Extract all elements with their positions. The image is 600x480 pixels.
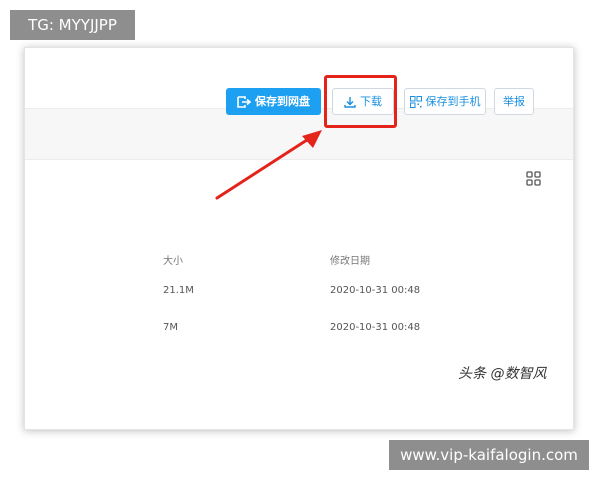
download-icon	[344, 96, 356, 108]
brand-watermark: 头条 @数智风	[458, 366, 547, 382]
report-button[interactable]: 举报	[494, 88, 534, 115]
report-label: 举报	[503, 95, 525, 108]
save-to-phone-button[interactable]: 保存到手机	[404, 88, 486, 115]
header-band	[25, 108, 573, 160]
save-to-disk-icon	[237, 95, 251, 108]
watermark-bottom-tag: www.vip-kaifalogin.com	[389, 440, 589, 470]
file-size: 7M	[163, 322, 178, 333]
column-header-size[interactable]: 大小	[163, 252, 183, 267]
file-size: 21.1M	[163, 285, 194, 296]
download-label: 下载	[360, 95, 382, 108]
grid-view-icon[interactable]	[526, 171, 541, 186]
file-modified-date: 2020-10-31 00:48	[330, 285, 421, 296]
download-button[interactable]: 下载	[332, 88, 394, 115]
save-to-phone-label: 保存到手机	[425, 95, 481, 108]
save-to-disk-label: 保存到网盘	[255, 95, 310, 108]
column-header-modified[interactable]: 修改日期	[330, 252, 370, 267]
watermark-top-tag: TG: MYYJJPP	[10, 10, 135, 40]
save-to-disk-button[interactable]: 保存到网盘	[226, 88, 321, 115]
qr-code-icon	[409, 95, 422, 108]
file-modified-date: 2020-10-31 00:48	[330, 322, 421, 333]
